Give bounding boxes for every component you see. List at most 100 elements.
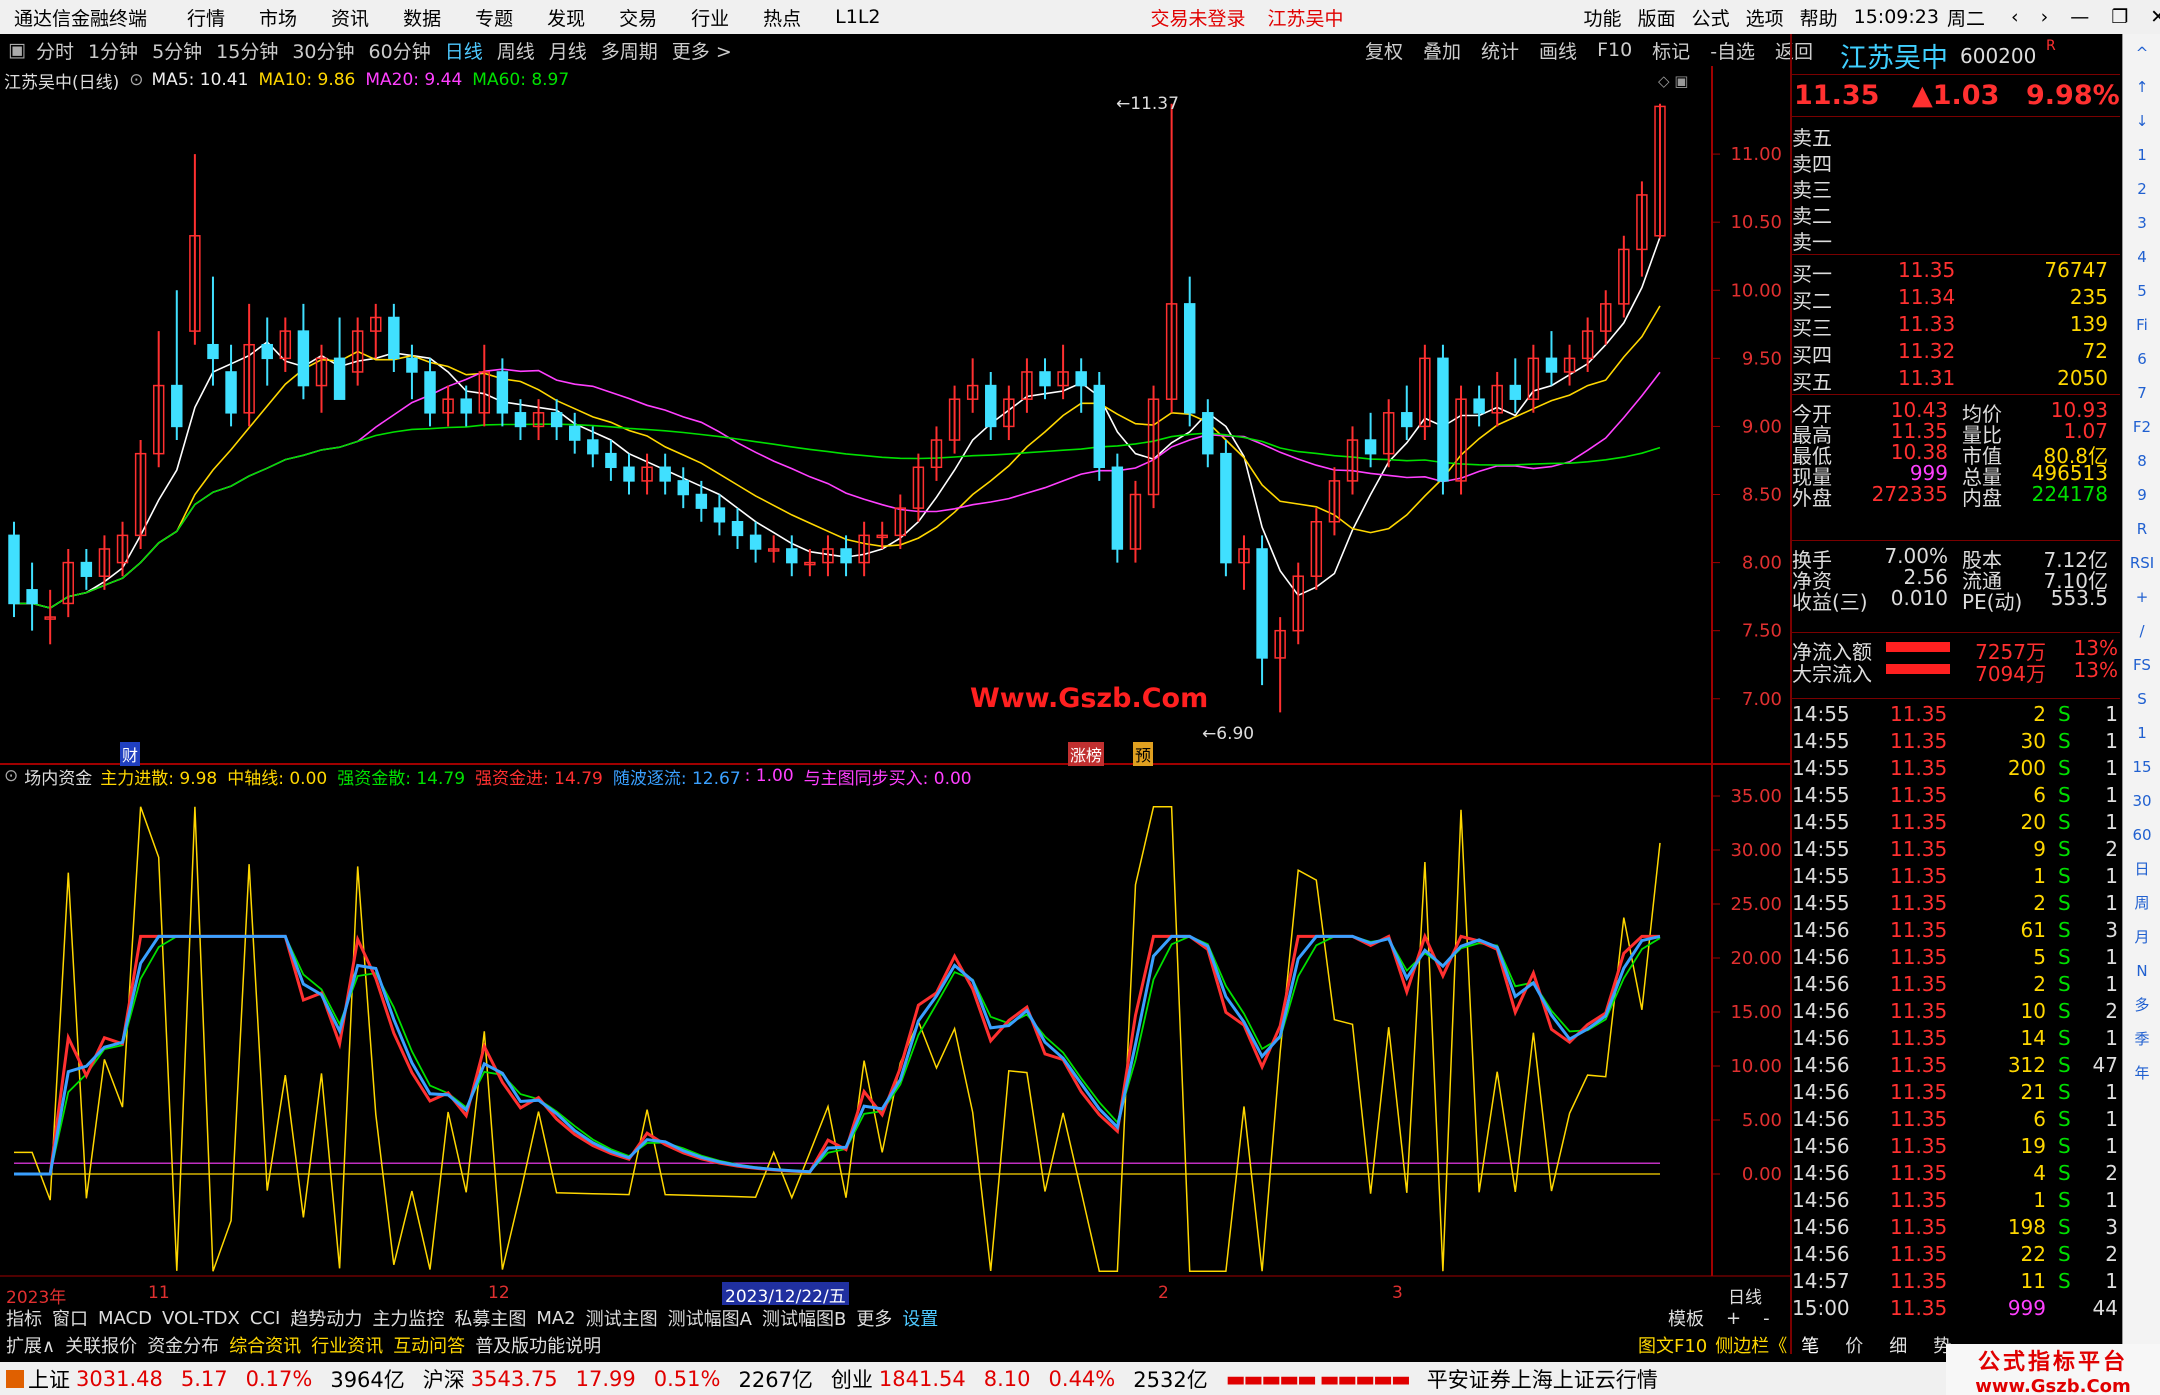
- side-tool-icon[interactable]: 5: [2127, 276, 2157, 306]
- period-multi[interactable]: 多周期: [601, 37, 658, 64]
- btn-mark[interactable]: 标记: [1652, 37, 1690, 64]
- toolbar-menu-icon[interactable]: ▣: [8, 39, 26, 61]
- info-tab[interactable]: 普及版功能说明: [475, 1332, 601, 1358]
- back-icon[interactable]: ‹: [2011, 6, 2019, 28]
- index-sh-name[interactable]: 上证: [28, 1364, 70, 1394]
- bid-row[interactable]: 买二 11.34 235: [1790, 285, 2120, 313]
- side-tool-icon[interactable]: RSI: [2127, 548, 2157, 578]
- period-weekly[interactable]: 周线: [497, 37, 535, 64]
- menu-hot[interactable]: 热点: [763, 4, 801, 31]
- period-timeshare[interactable]: 分时: [36, 37, 74, 64]
- side-tool-icon[interactable]: /: [2127, 616, 2157, 646]
- side-tool-icon[interactable]: 多: [2127, 990, 2157, 1020]
- chart-settings-icon[interactable]: ◇ ▣: [1658, 72, 1688, 90]
- template-button[interactable]: 模板: [1668, 1305, 1704, 1331]
- ask-row[interactable]: 卖三: [1790, 174, 2120, 202]
- side-tool-icon[interactable]: 季: [2127, 1024, 2157, 1054]
- info-tab[interactable]: 互动问答: [393, 1332, 465, 1358]
- info-tab[interactable]: 关联报价: [65, 1332, 137, 1358]
- ask-row[interactable]: 卖一: [1790, 226, 2120, 254]
- tab-more[interactable]: 更多: [856, 1305, 892, 1331]
- tab-sidebar[interactable]: 侧边栏《: [1715, 1332, 1787, 1358]
- menu-trade[interactable]: 交易: [619, 4, 657, 31]
- tab-test-sub-a[interactable]: 测试幅图A: [668, 1305, 752, 1331]
- period-daily[interactable]: 日线: [445, 37, 483, 64]
- side-tool-icon[interactable]: 1: [2127, 718, 2157, 748]
- side-tool-icon[interactable]: S: [2127, 684, 2157, 714]
- side-tool-icon[interactable]: 年: [2127, 1058, 2157, 1088]
- ask-row[interactable]: 卖五: [1790, 122, 2120, 150]
- side-tool-icon[interactable]: 2: [2127, 174, 2157, 204]
- tab-macd[interactable]: MACD: [98, 1308, 152, 1329]
- kline-chart-area[interactable]: 11.0010.5010.009.509.008.508.007.507.00 …: [0, 66, 1790, 1305]
- btn-stats[interactable]: 统计: [1481, 37, 1519, 64]
- period-1min[interactable]: 1分钟: [88, 37, 138, 64]
- btn-f10[interactable]: F10: [1597, 39, 1632, 61]
- btn-adjust[interactable]: 复权: [1365, 37, 1403, 64]
- tab-ma2[interactable]: MA2: [536, 1308, 575, 1329]
- add-window-button[interactable]: +: [1726, 1308, 1741, 1329]
- side-tool-icon[interactable]: F2: [2127, 412, 2157, 442]
- side-tool-icon[interactable]: 3: [2127, 208, 2157, 238]
- info-tab[interactable]: 综合资讯: [229, 1332, 301, 1358]
- side-tool-icon[interactable]: 1: [2127, 140, 2157, 170]
- tab-test-main[interactable]: 测试主图: [586, 1305, 658, 1331]
- restore-icon[interactable]: ❐: [2111, 6, 2128, 28]
- trade-login-alert[interactable]: 交易未登录: [1151, 4, 1246, 31]
- menu-news[interactable]: 资讯: [331, 4, 369, 31]
- side-tool-icon[interactable]: 60: [2127, 820, 2157, 850]
- menu-data[interactable]: 数据: [403, 4, 441, 31]
- side-tool-icon[interactable]: 7: [2127, 378, 2157, 408]
- legend-toggle-icon[interactable]: ⊙: [129, 70, 143, 90]
- menu-function[interactable]: 功能: [1584, 4, 1622, 31]
- tab-main-monitor[interactable]: 主力监控: [372, 1305, 444, 1331]
- menu-topics[interactable]: 专题: [475, 4, 513, 31]
- menu-layout[interactable]: 版面: [1638, 4, 1676, 31]
- menu-options[interactable]: 选项: [1746, 4, 1784, 31]
- side-tool-icon[interactable]: 4: [2127, 242, 2157, 272]
- indicator-toggle-icon[interactable]: ⊙: [4, 766, 18, 786]
- tab-private-main[interactable]: 私募主图: [454, 1305, 526, 1331]
- period-15min[interactable]: 15分钟: [216, 37, 278, 64]
- menu-quotes[interactable]: 行情: [187, 4, 225, 31]
- tab-indicator[interactable]: 指标: [6, 1305, 42, 1331]
- side-tool-icon[interactable]: 30: [2127, 786, 2157, 816]
- side-tool-icon[interactable]: ^: [2127, 38, 2157, 68]
- tab-window[interactable]: 窗口: [52, 1305, 88, 1331]
- limit-up-marker[interactable]: 涨榜: [1068, 742, 1105, 766]
- menu-industry[interactable]: 行业: [691, 4, 729, 31]
- remove-window-button[interactable]: -: [1763, 1308, 1770, 1329]
- side-tool-icon[interactable]: 周: [2127, 888, 2157, 918]
- side-tool-icon[interactable]: ↓: [2127, 106, 2157, 136]
- side-tool-icon[interactable]: 8: [2127, 446, 2157, 476]
- tab-settings[interactable]: 设置: [902, 1305, 938, 1331]
- ask-row[interactable]: 卖四: [1790, 148, 2120, 176]
- minimize-icon[interactable]: —: [2070, 6, 2089, 28]
- menu-discover[interactable]: 发现: [547, 4, 585, 31]
- finance-marker[interactable]: 财: [120, 742, 141, 766]
- bid-row[interactable]: 买四 11.32 72: [1790, 339, 2120, 367]
- index-hs-name[interactable]: 沪深: [423, 1364, 465, 1394]
- forward-icon[interactable]: ›: [2041, 6, 2049, 28]
- ask-row[interactable]: 卖二: [1790, 200, 2120, 228]
- side-tool-icon[interactable]: +: [2127, 582, 2157, 612]
- menu-market[interactable]: 市场: [259, 4, 297, 31]
- btn-overlay[interactable]: 叠加: [1423, 37, 1461, 64]
- tab-cci[interactable]: CCI: [250, 1308, 280, 1329]
- period-5min[interactable]: 5分钟: [152, 37, 202, 64]
- tab-test-sub-b[interactable]: 测试幅图B: [762, 1305, 846, 1331]
- tab-vol-tdx[interactable]: VOL-TDX: [162, 1308, 240, 1329]
- tab-trend-power[interactable]: 趋势动力: [290, 1305, 362, 1331]
- side-tool-icon[interactable]: R: [2127, 514, 2157, 544]
- forecast-marker[interactable]: 预: [1133, 742, 1154, 766]
- info-tab[interactable]: 扩展∧: [6, 1332, 55, 1358]
- btn-draw[interactable]: 画线: [1539, 37, 1577, 64]
- period-more[interactable]: 更多 >: [672, 37, 732, 64]
- close-icon[interactable]: ✕: [2150, 6, 2160, 28]
- info-tab[interactable]: 资金分布: [147, 1332, 219, 1358]
- bid-row[interactable]: 买三 11.33 139: [1790, 312, 2120, 340]
- period-60min[interactable]: 60分钟: [369, 37, 431, 64]
- tab-f10[interactable]: 图文F10: [1638, 1332, 1707, 1358]
- side-tool-icon[interactable]: ↑: [2127, 72, 2157, 102]
- bid-row[interactable]: 买五 11.31 2050: [1790, 366, 2120, 394]
